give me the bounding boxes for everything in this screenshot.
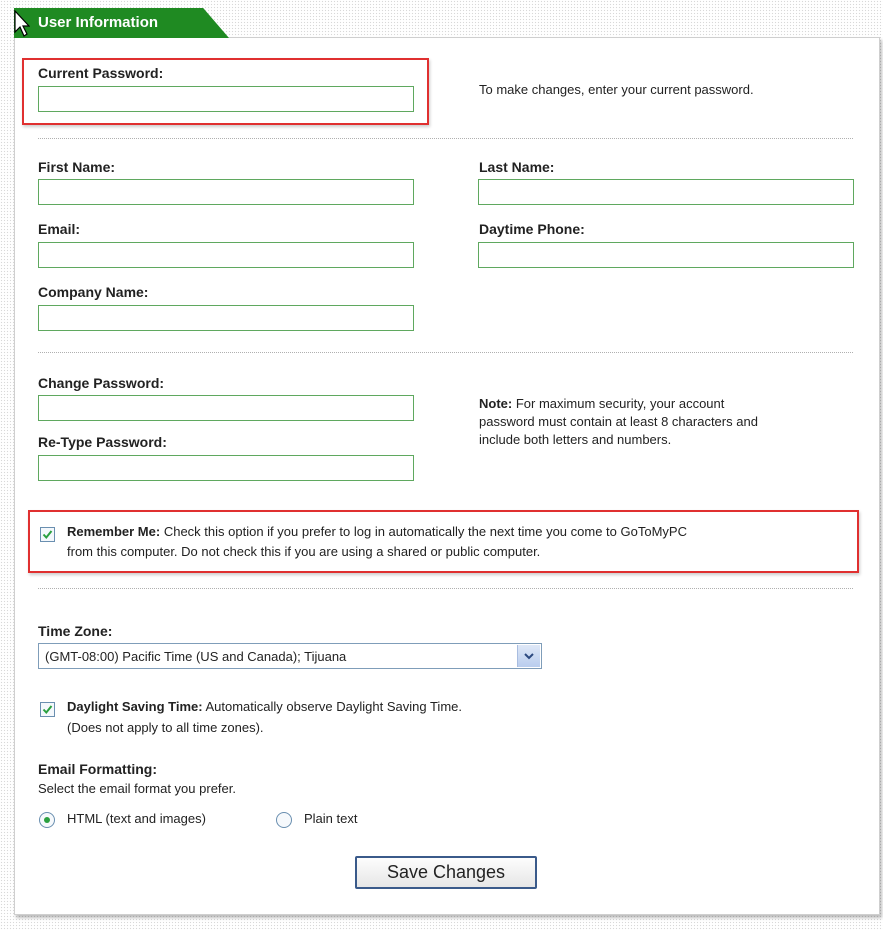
dropdown-button[interactable] — [517, 645, 540, 667]
divider — [38, 588, 853, 589]
change-password-input[interactable] — [38, 395, 414, 421]
retype-password-label: Re-Type Password: — [38, 434, 167, 450]
current-password-input[interactable] — [38, 86, 414, 112]
divider — [38, 352, 853, 353]
remember-me-desc-2: from this computer. Do not check this if… — [67, 544, 541, 559]
email-formatting-label: Email Formatting: — [38, 761, 158, 777]
radio-html[interactable] — [39, 812, 55, 828]
note-line-2: password must contain at least 8 charact… — [479, 414, 758, 429]
daytime-phone-label: Daytime Phone: — [479, 221, 585, 237]
note-line-1: For maximum security, your account — [515, 396, 725, 411]
remember-me-label: Remember Me: — [67, 524, 161, 539]
time-zone-value: (GMT-08:00) Pacific Time (US and Canada)… — [45, 649, 347, 664]
note-title: Note: — [479, 396, 513, 411]
dst-checkbox[interactable] — [40, 702, 55, 717]
first-name-label: First Name: — [38, 159, 116, 175]
current-password-hint: To make changes, enter your current pass… — [479, 82, 754, 97]
retype-password-input[interactable] — [38, 455, 414, 481]
dst-desc: Automatically observe Daylight Saving Ti… — [205, 699, 462, 714]
mouse-cursor-icon — [14, 9, 31, 43]
company-name-input[interactable] — [38, 305, 414, 331]
last-name-label: Last Name: — [479, 159, 555, 175]
save-changes-button[interactable]: Save Changes — [355, 856, 537, 889]
current-password-label: Current Password: — [38, 65, 164, 81]
password-note: Note: For maximum security, your account… — [479, 395, 758, 449]
email-formatting-instruction: Select the email format you prefer. — [38, 781, 236, 796]
remember-me-desc-1: Check this option if you prefer to log i… — [163, 524, 687, 539]
radio-selected-dot — [44, 817, 50, 823]
change-password-label: Change Password: — [38, 375, 165, 391]
user-information-tab[interactable]: User Information — [14, 8, 229, 38]
chevron-down-icon — [524, 653, 534, 660]
dst-label: Daylight Saving Time: — [67, 699, 203, 714]
dst-text: Daylight Saving Time: Automatically obse… — [67, 696, 462, 738]
radio-plain-text-label[interactable]: Plain text — [304, 811, 357, 826]
email-input[interactable] — [38, 242, 414, 268]
radio-html-label[interactable]: HTML (text and images) — [67, 811, 206, 826]
email-label: Email: — [38, 221, 81, 237]
radio-plain-text[interactable] — [276, 812, 292, 828]
dst-subtext: (Does not apply to all time zones). — [67, 720, 264, 735]
tab-title: User Information — [38, 14, 159, 31]
first-name-input[interactable] — [38, 179, 414, 205]
checkmark-icon — [42, 705, 53, 715]
remember-me-checkbox[interactable] — [40, 527, 55, 542]
time-zone-label: Time Zone: — [38, 623, 113, 639]
time-zone-select[interactable]: (GMT-08:00) Pacific Time (US and Canada)… — [38, 643, 542, 669]
daytime-phone-input[interactable] — [478, 242, 854, 268]
note-line-3: include both letters and numbers. — [479, 432, 672, 447]
company-name-label: Company Name: — [38, 284, 149, 300]
remember-me-text: Remember Me: Check this option if you pr… — [67, 522, 687, 562]
divider — [38, 138, 853, 139]
last-name-input[interactable] — [478, 179, 854, 205]
checkmark-icon — [42, 530, 53, 540]
